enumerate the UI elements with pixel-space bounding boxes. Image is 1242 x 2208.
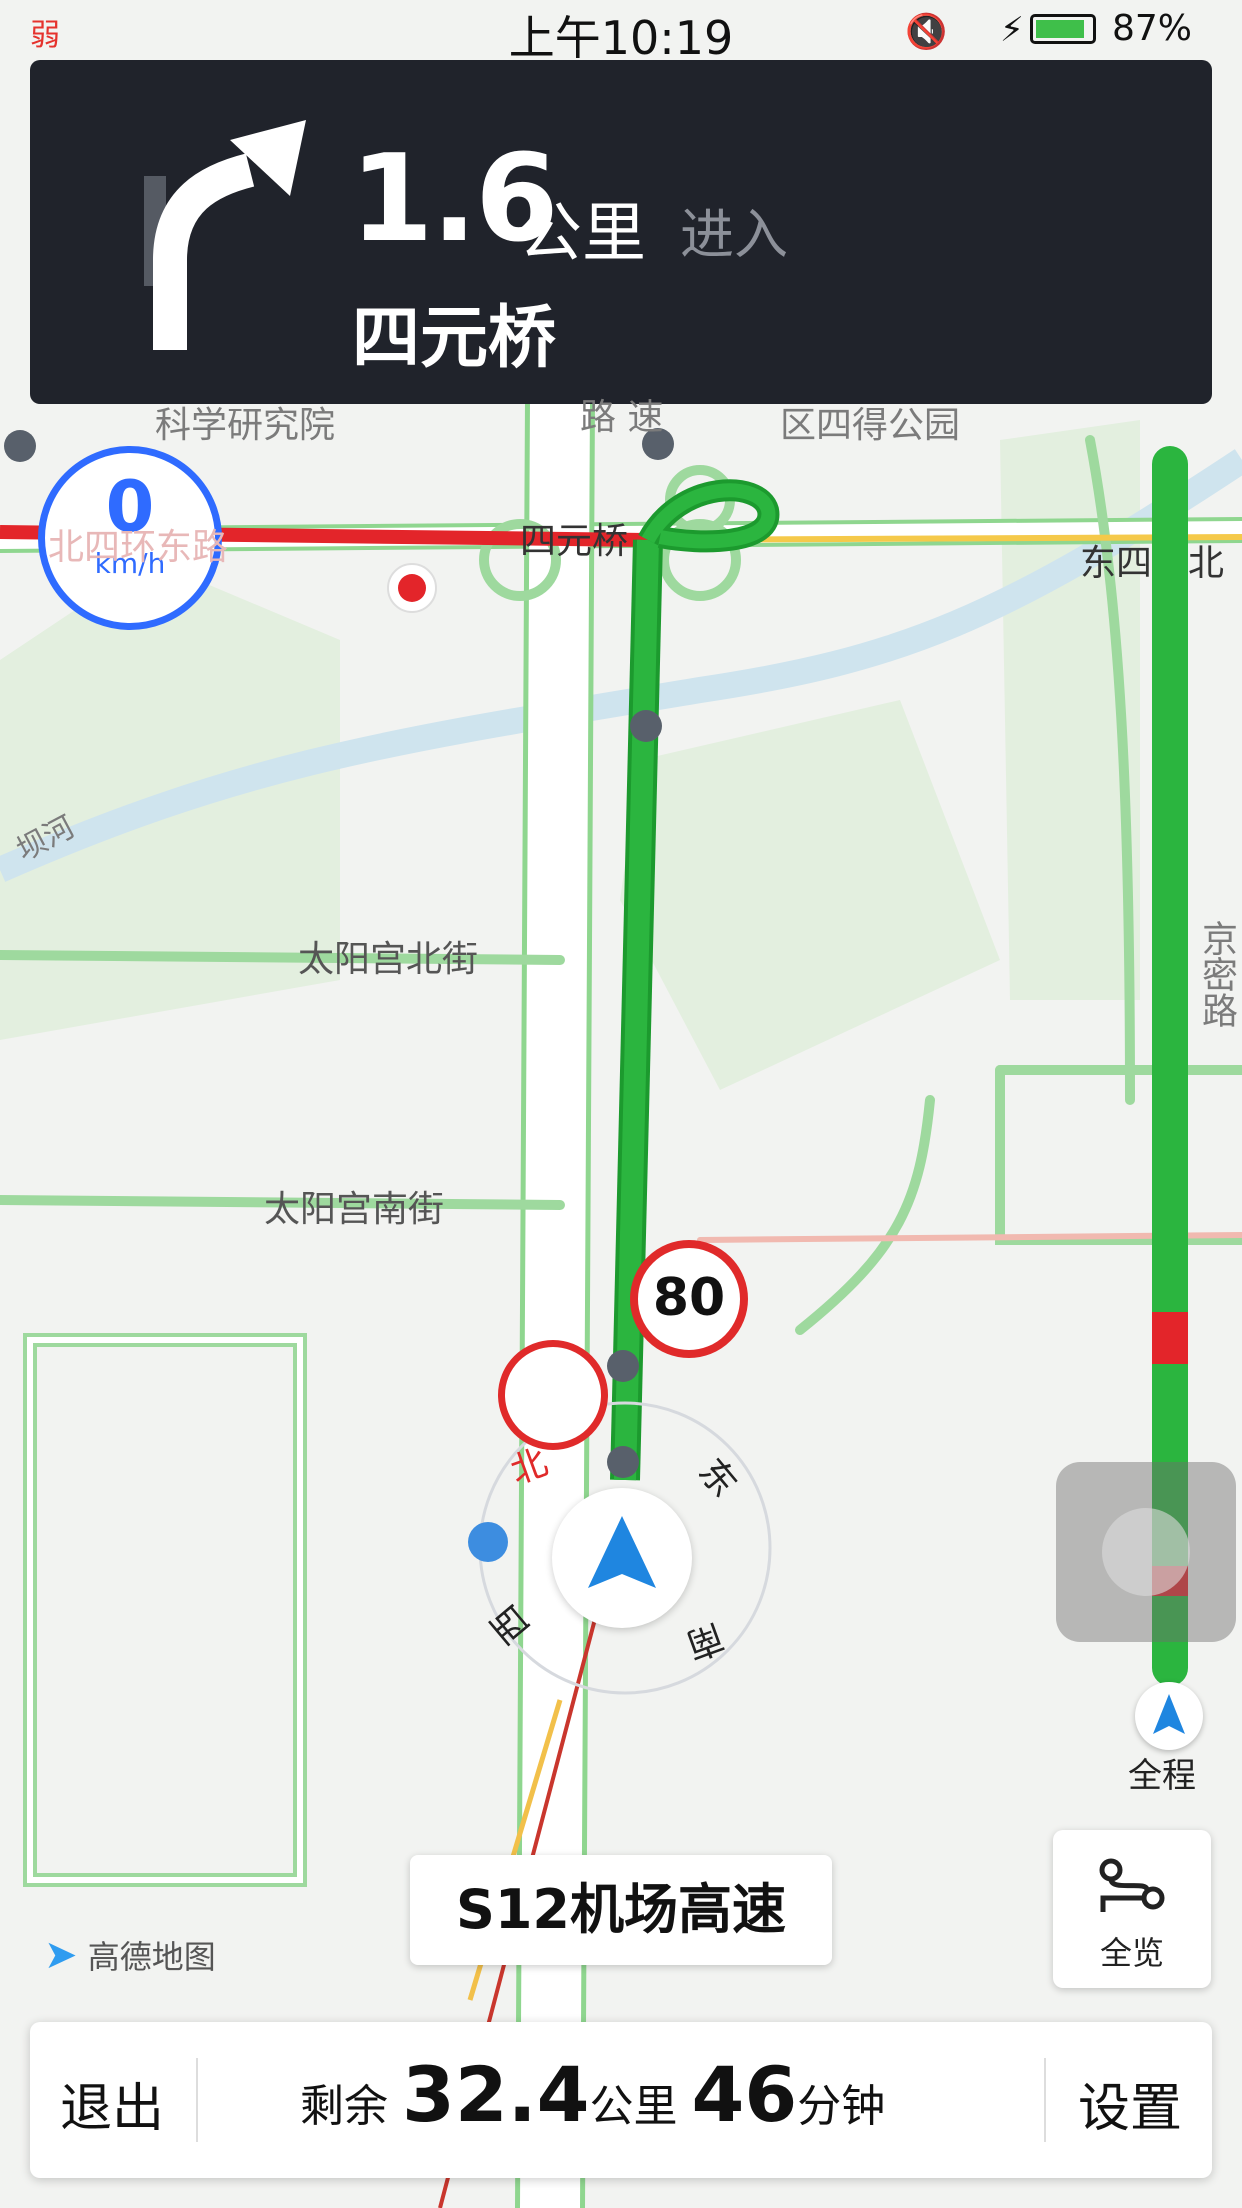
next-road-name: 四元桥 [352, 299, 557, 378]
turn-action: 进入 [680, 203, 788, 266]
overview-label: 全览 [1099, 1934, 1164, 1972]
car-position-icon [552, 1488, 692, 1628]
route-progress-label: 全程 [1128, 1756, 1196, 1796]
remaining-distance: 32.4 [402, 2050, 590, 2139]
remaining-info: 剩余 32.4公里 46分钟 [300, 2050, 885, 2139]
map-label-taiyanggong-north: 太阳宫北街 [298, 939, 479, 980]
camera-warning-icon [498, 1340, 608, 1450]
overview-button[interactable]: 全览 [1053, 1830, 1211, 1988]
battery-percent: 87% [1111, 8, 1192, 49]
map-label-taiyanggong-south: 太阳宫南街 [264, 1189, 445, 1230]
map-label-park: 区四得公园 [780, 405, 961, 446]
remaining-time-unit: 分钟 [797, 2081, 886, 2132]
map-label-jingmi: 京密路 [1196, 920, 1237, 1028]
map-label-lusu: 路 速 [580, 397, 664, 438]
mute-icon: 🔇 [905, 12, 948, 52]
map-label-siyuanqiao: 四元桥 [520, 521, 629, 562]
battery-icon [1030, 14, 1096, 44]
settings-button[interactable]: 设置 [1078, 2066, 1182, 2141]
amap-logo-text: 高德地图 [87, 1938, 216, 1976]
exit-button[interactable]: 退出 [60, 2066, 164, 2141]
amap-logo: ➤ 高德地图 [44, 1932, 216, 1978]
guidance-card[interactable]: 1.6 公里 进入 四元桥 [30, 60, 1212, 404]
turn-right-arrow-icon [144, 120, 306, 350]
remaining-distance-unit: 公里 [589, 2081, 678, 2132]
amap-logo-icon: ➤ [44, 1932, 78, 1978]
map-label-beisihuan: 北四环东路 [48, 527, 229, 568]
map-label-kexue: 科学研究院 [155, 405, 336, 446]
distance-unit: 公里 [518, 197, 646, 271]
charging-icon: ⚡ [1000, 10, 1024, 50]
current-road-label: S12机场高速 [410, 1855, 832, 1965]
speed-limit-sign: 80 [630, 1240, 748, 1358]
assistive-touch-button[interactable] [1056, 1462, 1236, 1642]
remaining-time: 46 [691, 2050, 798, 2139]
status-bar: 弱 上午10:19 🔇 ⚡ 87% [0, 0, 1242, 65]
route-position-icon [1135, 1682, 1203, 1750]
remaining-prefix: 剩余 [300, 2081, 388, 2132]
route-overview-icon [1099, 1858, 1165, 1912]
navigation-bottom-bar: 退出 剩余 32.4公里 46分钟 设置 [30, 2022, 1212, 2178]
